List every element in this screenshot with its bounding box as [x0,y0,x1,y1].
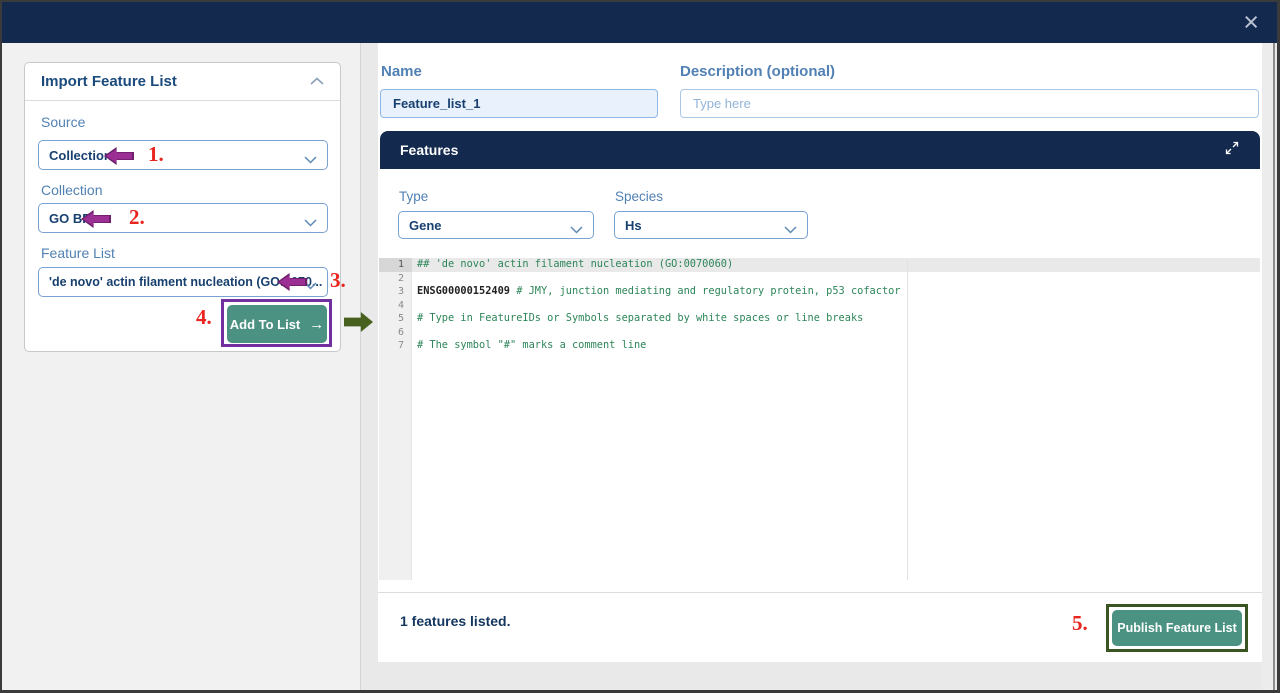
line-content: ENSG00000152409 # JMY, junction mediatin… [412,285,1260,299]
card-title: Import Feature List [41,73,177,90]
name-input[interactable] [380,89,658,118]
chevron-down-icon [784,222,797,237]
dialog-titlebar: × [2,2,1277,43]
card-header: Import Feature List [25,63,340,101]
chevron-down-icon [304,215,317,230]
window-border [0,0,1280,2]
line-number: 6 [379,326,412,340]
source-select[interactable]: Collections [38,140,328,170]
footer-divider [378,592,1262,593]
chevron-down-icon [304,152,317,167]
line-content: # The symbol "#" marks a comment line [412,339,1260,353]
annotation-step-2: 2. [129,205,145,230]
feature-list-label: Feature List [41,245,115,261]
line-number: 4 [379,299,412,313]
species-select[interactable]: Hs [614,211,808,239]
annotation-step-1: 1. [148,142,164,167]
collection-label: Collection [41,182,102,198]
annotation-box-add-to-list [221,299,332,347]
line-number: 1 [379,258,412,272]
line-number: 5 [379,312,412,326]
editor-line[interactable]: 7# The symbol "#" marks a comment line [379,339,1260,353]
name-label: Name [381,63,422,80]
line-content [412,299,1260,313]
chevron-down-icon [570,222,583,237]
species-select-value: Hs [625,218,642,233]
annotation-box-publish [1106,604,1248,652]
close-icon[interactable]: × [1243,6,1259,38]
line-number: 2 [379,272,412,286]
type-select-value: Gene [409,218,442,233]
line-content: ## 'de novo' actin filament nucleation (… [412,258,1260,272]
chevron-up-icon[interactable] [310,73,324,91]
features-count-status: 1 features listed. [400,613,511,629]
line-content [412,272,1260,286]
line-content [412,326,1260,340]
editor-line[interactable]: 1## 'de novo' actin filament nucleation … [379,258,1260,272]
species-label: Species [615,189,663,204]
annotation-step-4: 4. [196,305,212,330]
source-label: Source [41,114,85,130]
line-content: # Type in FeatureIDs or Symbols separate… [412,312,1260,326]
features-header-title: Features [400,142,458,158]
type-select[interactable]: Gene [398,211,594,239]
right-margin-strip [1262,43,1273,690]
scrollbar-line[interactable] [1273,43,1275,690]
annotation-step-3: 3. [330,268,346,293]
description-label: Description (optional) [680,63,835,80]
code-editor[interactable]: 1## 'de novo' actin filament nucleation … [379,258,1260,580]
print-margin-line [907,258,908,580]
editor-line[interactable]: 3ENSG00000152409 # JMY, junction mediati… [379,285,1260,299]
import-feature-list-dialog: × Import Feature List Source Collections… [0,0,1280,693]
window-border [0,0,2,693]
description-input[interactable] [680,89,1259,118]
editor-line[interactable]: 2 [379,272,1260,286]
annotation-step-5: 5. [1072,611,1088,636]
features-header-bar: Features [380,131,1260,169]
collection-select[interactable]: GO BP [38,203,328,233]
expand-icon[interactable] [1224,140,1240,161]
editor-line[interactable]: 6 [379,326,1260,340]
line-number: 7 [379,339,412,353]
editor-line[interactable]: 4 [379,299,1260,313]
type-label: Type [399,189,428,204]
editor-line[interactable]: 5# Type in FeatureIDs or Symbols separat… [379,312,1260,326]
line-number: 3 [379,285,412,299]
